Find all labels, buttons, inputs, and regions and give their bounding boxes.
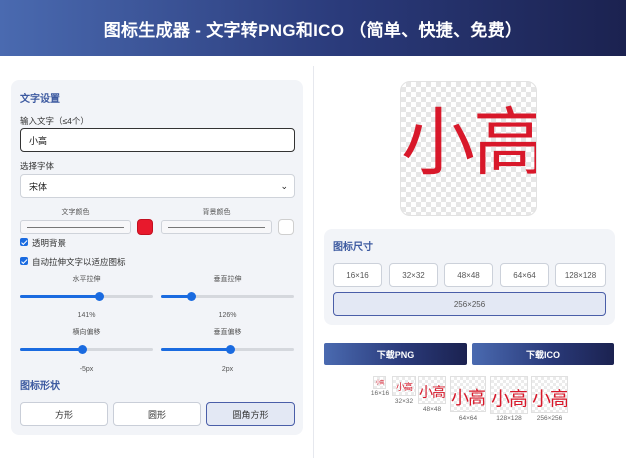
- v-offset-label: 垂直偏移: [213, 329, 242, 336]
- icon-size-title: 图标尺寸: [333, 242, 373, 253]
- icon-preview: 小高: [400, 81, 537, 216]
- thumb-64-text: 小高: [451, 388, 485, 409]
- thumb-48: 小高: [418, 376, 446, 404]
- app-header: 图标生成器 - 文字转PNG和ICO （简单、快捷、免费）: [0, 0, 626, 56]
- thumb-128: 小高: [490, 376, 528, 414]
- size-128-button[interactable]: 128×128: [555, 263, 606, 287]
- thumb-128-text: 小高: [491, 388, 528, 410]
- shape-rounded-button[interactable]: 圆角方形: [206, 402, 295, 426]
- transparent-bg-checkbox[interactable]: [20, 238, 28, 246]
- thumb-48-label: 48×48: [422, 406, 442, 413]
- font-select-value: 宋体: [29, 181, 48, 192]
- shape-square-button[interactable]: 方形: [20, 402, 108, 426]
- thumb-32-text: 小高: [395, 383, 413, 393]
- v-stretch-value: 126%: [218, 312, 237, 319]
- thumb-32: 小高: [392, 376, 416, 396]
- text-color-swatch[interactable]: [137, 219, 153, 235]
- bg-color-label: 背景颜色: [202, 209, 231, 216]
- transparent-bg-label: 透明背景: [32, 238, 67, 248]
- h-offset-thumb[interactable]: [78, 345, 87, 354]
- v-stretch-thumb[interactable]: [187, 292, 197, 301]
- column-divider: [313, 66, 314, 458]
- download-ico-button[interactable]: 下载ICO: [472, 343, 614, 365]
- chevron-down-icon: ⌄: [280, 181, 288, 191]
- thumb-256-text: 小高: [532, 388, 568, 410]
- size-64-button[interactable]: 64×64: [500, 263, 549, 287]
- v-stretch-label: 垂直拉伸: [213, 276, 242, 283]
- h-offset-label: 横向偏移: [72, 329, 101, 336]
- font-select-label: 选择字体: [20, 161, 55, 171]
- h-stretch-value: 141%: [77, 312, 96, 319]
- text-color-label: 文字颜色: [61, 209, 90, 216]
- thumb-48-text: 小高: [419, 385, 445, 401]
- size-48-button[interactable]: 48×48: [444, 263, 493, 287]
- v-offset-thumb[interactable]: [225, 345, 235, 354]
- thumb-16-label: 16×16: [370, 390, 390, 397]
- v-offset-slider[interactable]: [161, 345, 294, 355]
- v-offset-fill: [161, 348, 231, 351]
- thumb-256: 小高: [531, 376, 568, 413]
- text-input[interactable]: 小高: [20, 128, 295, 152]
- text-input-value: 小高: [29, 135, 48, 146]
- size-32-button[interactable]: 32×32: [389, 263, 438, 287]
- size-256-button[interactable]: 256×256: [333, 292, 606, 316]
- thumb-16-text: 小高: [375, 380, 384, 386]
- bg-color-picker[interactable]: [161, 220, 272, 234]
- shape-title: 图标形状: [20, 381, 60, 392]
- h-stretch-slider[interactable]: [20, 292, 153, 302]
- h-offset-slider[interactable]: [20, 345, 153, 355]
- h-stretch-fill: [20, 295, 100, 298]
- app-title: 图标生成器 - 文字转PNG和ICO （简单、快捷、免费）: [103, 20, 523, 40]
- text-input-label: 输入文字（≤4个）: [20, 116, 89, 126]
- thumb-256-label: 256×256: [536, 415, 563, 422]
- text-settings-title: 文字设置: [20, 94, 60, 105]
- v-stretch-slider[interactable]: [161, 292, 294, 302]
- size-16-button[interactable]: 16×16: [333, 263, 382, 287]
- h-stretch-thumb[interactable]: [95, 292, 105, 301]
- thumb-64: 小高: [450, 376, 486, 412]
- shape-circle-button[interactable]: 圆形: [113, 402, 201, 426]
- download-png-button[interactable]: 下载PNG: [324, 343, 467, 365]
- thumb-128-label: 128×128: [496, 415, 522, 422]
- stretch-text-checkbox[interactable]: [20, 257, 28, 265]
- preview-text: 小高: [401, 100, 537, 186]
- h-offset-value: -5px: [79, 366, 94, 373]
- h-stretch-label: 水平拉伸: [72, 276, 101, 283]
- thumb-32-label: 32×32: [394, 398, 414, 405]
- text-color-picker[interactable]: [20, 220, 131, 234]
- v-offset-value: 2px: [221, 366, 234, 373]
- stretch-text-label: 自动拉伸文字以适应图标: [32, 257, 126, 267]
- thumb-16: 小高: [373, 376, 386, 389]
- font-select[interactable]: 宋体 ⌄: [20, 174, 295, 198]
- bg-color-swatch[interactable]: [278, 219, 294, 235]
- thumb-64-label: 64×64: [458, 415, 478, 422]
- h-offset-fill: [20, 348, 83, 351]
